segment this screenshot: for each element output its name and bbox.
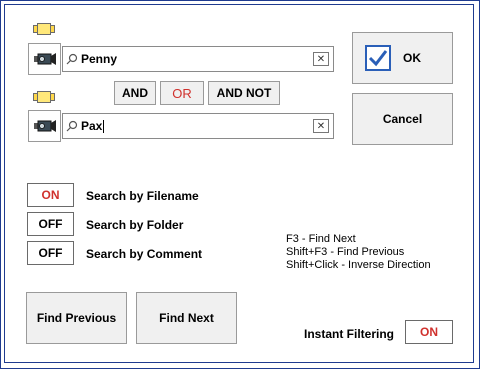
video-camera-icon <box>33 53 56 65</box>
operator-and-not-button[interactable]: AND NOT <box>208 81 280 105</box>
search-query-1[interactable]: Penny ✕ <box>62 46 334 72</box>
cancel-button[interactable]: Cancel <box>352 93 453 145</box>
instant-filtering-label: Instant Filtering <box>304 327 394 341</box>
folder-label: Search by Folder <box>86 218 184 232</box>
ok-button[interactable]: OK <box>352 32 453 84</box>
tag-icon[interactable] <box>33 91 55 103</box>
instant-filtering-toggle[interactable]: ON <box>405 320 453 344</box>
video-camera-icon <box>33 120 56 132</box>
folder-toggle[interactable]: OFF <box>27 212 74 236</box>
search-query-2[interactable]: Pax ✕ <box>62 113 334 139</box>
clear-icon[interactable]: ✕ <box>313 119 329 133</box>
tag-icon[interactable] <box>33 23 55 35</box>
filename-toggle[interactable]: ON <box>27 183 74 207</box>
ok-label: OK <box>403 51 421 65</box>
comment-label: Search by Comment <box>86 247 203 261</box>
search-icon <box>63 120 81 132</box>
operator-or-button[interactable]: OR <box>160 81 204 105</box>
media-type-button-1[interactable] <box>28 43 61 75</box>
text-caret <box>103 120 105 134</box>
filename-label: Search by Filename <box>86 189 199 203</box>
search-query-1-text: Penny <box>81 52 118 66</box>
find-next-button[interactable]: Find Next <box>136 292 237 344</box>
find-previous-button[interactable]: Find Previous <box>26 292 127 344</box>
media-type-button-2[interactable] <box>28 110 61 142</box>
clear-icon[interactable]: ✕ <box>313 52 329 66</box>
search-query-2-text: Pax <box>81 118 313 134</box>
hint-inverse-direction: Shift+Click - Inverse Direction <box>286 259 431 271</box>
search-icon <box>63 53 81 65</box>
hint-find-previous: Shift+F3 - Find Previous <box>286 246 405 258</box>
comment-toggle[interactable]: OFF <box>27 241 74 265</box>
operator-and-button[interactable]: AND <box>114 81 156 105</box>
search-query-2-value: Pax <box>81 118 103 133</box>
checkmark-icon <box>365 45 391 71</box>
hint-find-next: F3 - Find Next <box>286 233 356 245</box>
